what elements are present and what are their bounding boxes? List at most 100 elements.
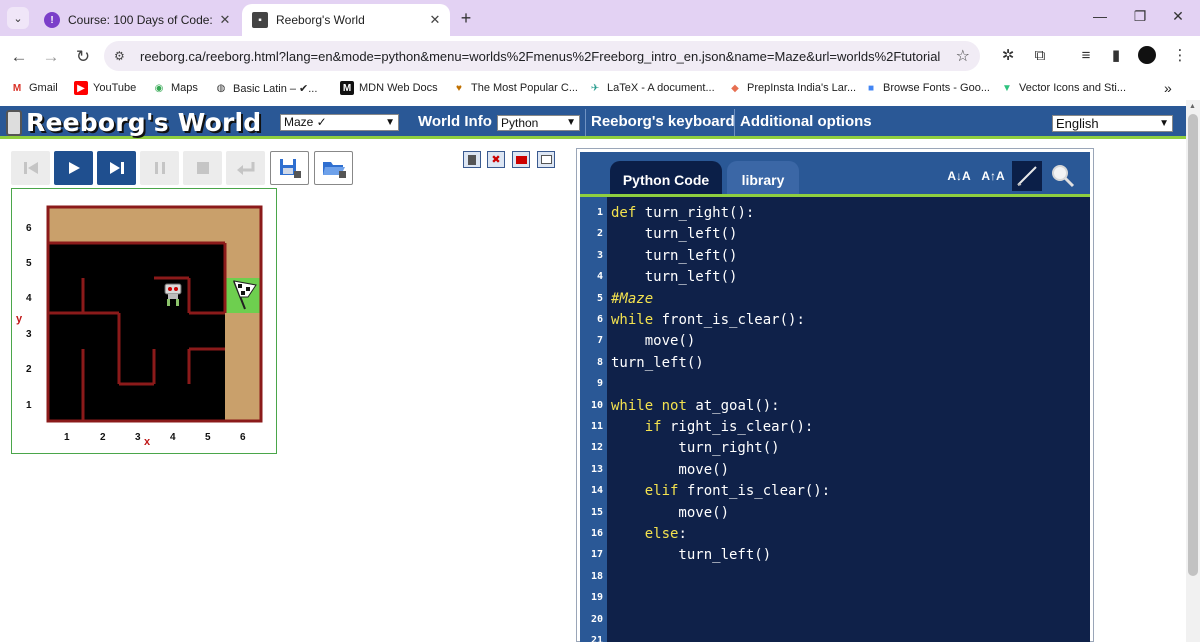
code-line: elif front_is_clear(): (644, 483, 831, 500)
profile-avatar-icon[interactable] (1138, 46, 1158, 66)
close-window-icon[interactable]: ✕ (1168, 8, 1188, 25)
scroll-up-arrow-icon[interactable]: ▲ (1189, 103, 1196, 110)
tab-course[interactable]: ! Course: 100 Days of Code: The ✕ (34, 4, 240, 36)
robot-model-icon[interactable] (463, 151, 481, 168)
site-info-icon[interactable]: ⚙ (114, 49, 132, 63)
increase-font-icon[interactable]: A↑A (978, 161, 1008, 191)
bookmark-label: MDN Web Docs (359, 82, 438, 94)
line-number: 14 (590, 485, 603, 497)
y-tick: 4 (26, 293, 32, 304)
bookmark-prepinsta[interactable]: ◆ PrepInsta India's Lar... (728, 79, 856, 97)
clear-trace-icon[interactable]: ✖ (487, 151, 505, 168)
decrease-font-icon[interactable]: A↓A (944, 161, 974, 191)
search-icon[interactable] (1048, 161, 1078, 191)
line-number: 11 (590, 421, 603, 432)
more-bookmarks-chevron-icon[interactable]: » (1164, 79, 1172, 97)
bookmark-mdn[interactable]: M MDN Web Docs (340, 79, 438, 97)
line-number: 1 (596, 207, 603, 218)
delete-world-icon[interactable] (512, 151, 530, 168)
reload-world-button[interactable] (11, 151, 50, 185)
pause-icon (154, 162, 165, 174)
world-select-value: Maze ✓ (284, 115, 327, 129)
address-bar[interactable]: ⚙ reeborg.ca/reeborg.html?lang=en&mode=p… (104, 41, 980, 71)
tab-python-code[interactable]: Python Code (610, 161, 722, 198)
extensions-puzzle-icon[interactable]: ⧉ (1030, 46, 1050, 66)
bookmark-maps[interactable]: ◉ Maps (152, 79, 198, 97)
bookmark-latex[interactable]: ✈ LaTeX - A document... (588, 79, 715, 97)
bookmark-star-icon[interactable]: ☆ (956, 46, 970, 66)
bookmark-label: YouTube (93, 82, 137, 94)
step-forward-icon (109, 162, 124, 174)
tab-reeborgs-world[interactable]: ▪ Reeborg's World ✕ (242, 4, 450, 36)
restore-icon[interactable]: ❐ (1130, 8, 1150, 25)
code-area[interactable]: 1 2 3 4 5 6 7 8 9 10 11 12 13 14 15 16 17 18 19 20 21 def tu… (580, 194, 1090, 642)
return-arrow-icon (236, 162, 254, 175)
reverse-step-button[interactable] (226, 151, 265, 185)
bookmark-label: Gmail (29, 82, 58, 94)
url-text: reeborg.ca/reeborg.html?lang=en&mode=pyt… (140, 48, 940, 64)
save-floppy-icon (279, 159, 301, 178)
edit-world-icon[interactable] (537, 151, 555, 168)
tab-search-chevron-icon[interactable]: ⌄ (7, 7, 29, 29)
media-control-icon[interactable]: ≡ (1076, 46, 1096, 66)
close-icon[interactable]: ✕ (426, 12, 444, 28)
line-number: 10 (590, 399, 603, 411)
code-line: turn_left() (611, 269, 738, 286)
code-line: while not at_goal(): (611, 397, 780, 414)
bookmark-basic-latin[interactable]: ◍ Basic Latin – ✔... (214, 79, 318, 97)
save-program-button[interactable] (270, 151, 309, 185)
x-tick: 2 (100, 432, 106, 443)
scrollbar-thumb[interactable] (1188, 114, 1198, 576)
bookmark-label: Maps (171, 82, 198, 94)
bookmark-youtube[interactable]: ▶ YouTube (74, 79, 136, 97)
robot-logo-icon (6, 109, 22, 136)
open-program-button[interactable] (314, 151, 353, 185)
world-canvas[interactable]: y 6 5 4 3 2 1 1 2 3 x 4 5 6 (11, 188, 277, 454)
stop-button[interactable] (183, 151, 222, 185)
language-mode-select[interactable]: Python ▼ (497, 115, 580, 131)
reeborg-icon: ▪ (252, 12, 268, 28)
close-icon[interactable]: ✕ (216, 12, 234, 28)
x-tick: 4 (170, 432, 176, 443)
bookmark-browse-fonts[interactable]: ■ Browse Fonts - Goo... (864, 79, 990, 97)
code-line: turn_left() (611, 247, 738, 264)
pencil-icon (1017, 166, 1037, 186)
ui-language-select[interactable]: English ▼ (1052, 115, 1173, 132)
step-button[interactable] (97, 151, 136, 185)
bookmark-gmail[interactable]: M Gmail (10, 79, 58, 97)
code-line: turn_left() (611, 547, 772, 564)
side-panel-icon[interactable]: ▮ (1106, 46, 1126, 66)
code-line: def turn_right(): (611, 205, 755, 221)
reload-icon[interactable]: ↻ (72, 46, 94, 68)
y-tick: 2 (26, 364, 32, 375)
bookmark-label: LaTeX - A document... (607, 82, 715, 94)
bookmark-vector-icons[interactable]: ▼ Vector Icons and Sti... (1000, 79, 1126, 97)
browser-tab-bar: ⌄ ! Course: 100 Days of Code: The ✕ ▪ Re… (0, 0, 1200, 36)
y-axis-label: y (16, 313, 23, 325)
new-tab-plus-icon[interactable]: + (456, 7, 476, 29)
bookmarks-bar: M Gmail ▶ YouTube ◉ Maps ◍ Basic Latin – ✔..… (0, 77, 1200, 99)
world-select[interactable]: Maze ✓ ▼ (280, 114, 399, 131)
bookmark-most-popular[interactable]: ♥ The Most Popular C... (452, 79, 578, 97)
menu-kebab-icon[interactable]: ⋮ (1170, 46, 1190, 66)
tab-library[interactable]: library (727, 161, 799, 198)
maze-floor (48, 243, 225, 421)
page-scrollbar[interactable]: ▲ (1186, 100, 1200, 642)
pause-button[interactable] (140, 151, 179, 185)
world-grid: y 6 5 4 3 2 1 1 2 3 x 4 5 6 (16, 205, 263, 448)
code-line: move() (611, 333, 696, 350)
additional-options-button[interactable]: Additional options (740, 113, 872, 130)
highlight-icon[interactable] (1012, 161, 1042, 191)
extension-bug-icon[interactable]: ✲ (998, 46, 1018, 66)
code-editor-panel: Python Code library A↓A A↑A 1 2 3 4 5 6 7 8 9 10 1… (576, 148, 1094, 642)
x-tick: 3 (135, 432, 141, 443)
minimize-icon[interactable]: — (1090, 8, 1110, 24)
back-arrow-icon[interactable]: ← (8, 46, 30, 68)
world-info-button[interactable]: World Info (418, 113, 492, 130)
reeborgs-keyboard-button[interactable]: Reeborg's keyboard (591, 113, 735, 130)
maps-icon: ◉ (154, 82, 164, 94)
forward-arrow-icon[interactable]: → (40, 46, 62, 68)
latex-icon: ✈ (590, 82, 600, 94)
line-number: 21 (590, 635, 603, 642)
run-button[interactable] (54, 151, 93, 185)
